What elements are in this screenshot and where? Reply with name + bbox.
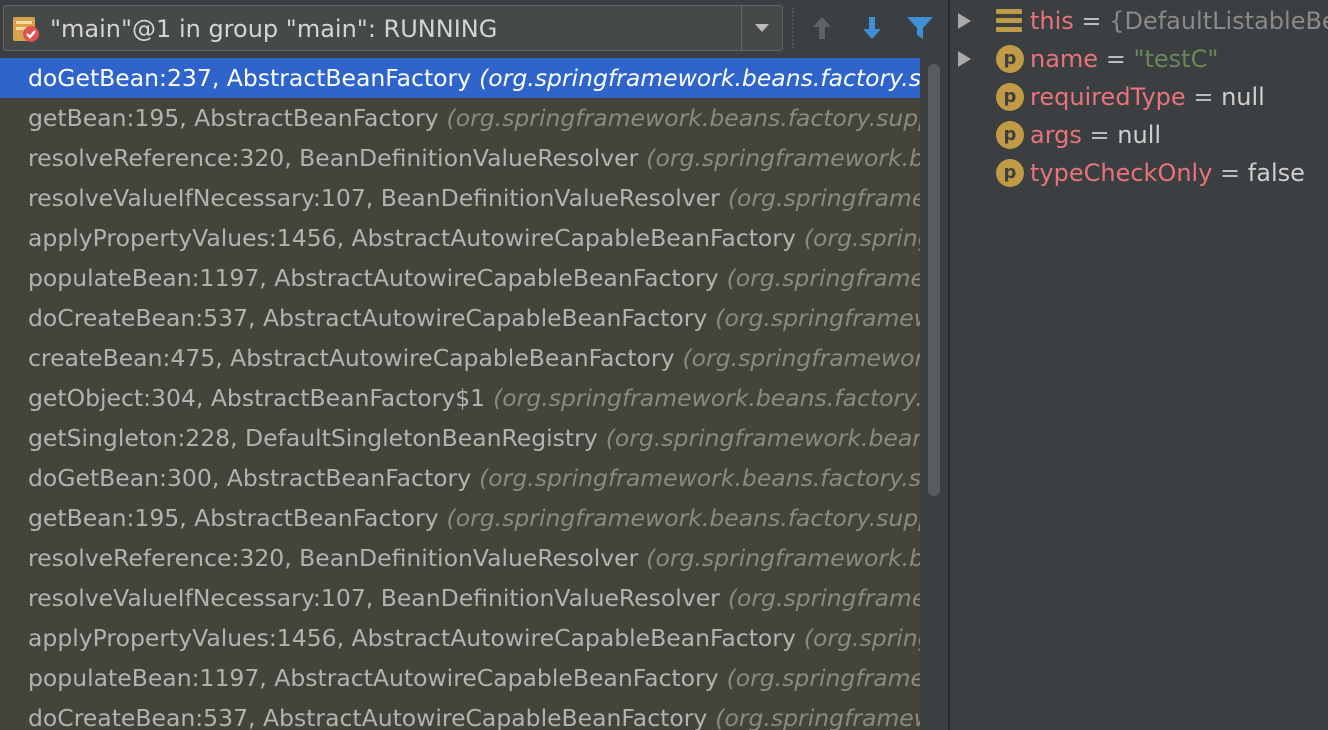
frame-package: (org.springframework.beans.factory.suppo… [646,144,920,172]
frame-row[interactable]: applyPropertyValues:1456, AbstractAutowi… [0,218,920,258]
frame-method: getSingleton:228, DefaultSingletonBeanRe… [28,424,598,452]
variable-row[interactable]: p typeCheckOnly = false [950,154,1328,192]
frame-row[interactable]: doCreateBean:537, AbstractAutowireCapabl… [0,298,920,338]
toolbar-separator [792,8,795,48]
frame-row[interactable]: resolveValueIfNecessary:107, BeanDefinit… [0,178,920,218]
variable-value: null [1221,83,1265,111]
frames-panel: "main"@1 in group "main": RUNNING doGetB… [0,0,948,730]
frame-package: (org.springframework.beans.factory.suppo… [726,264,920,292]
frame-method: doCreateBean:537, AbstractAutowireCapabl… [28,704,708,730]
variable-text: name = "testC" [1030,40,1218,78]
frame-row[interactable]: populateBean:1197, AbstractAutowireCapab… [0,258,920,298]
frame-row[interactable]: resolveReference:320, BeanDefinitionValu… [0,138,920,178]
frame-method: getObject:304, AbstractBeanFactory$1 [28,384,486,412]
variable-text: requiredType = null [1030,78,1265,116]
parameter-icon: p [996,159,1024,187]
frame-package: (org.springframework.beans.factory.suppo… [682,344,921,372]
frame-method: doGetBean:300, AbstractBeanFactory [28,464,472,492]
frame-row[interactable]: getSingleton:228, DefaultSingletonBeanRe… [0,418,920,458]
frame-method: resolveValueIfNecessary:107, BeanDefinit… [28,584,720,612]
frame-package: (org.springframework.beans.factory.suppo… [446,104,920,132]
frame-row[interactable]: doGetBean:300, AbstractBeanFactory (org.s… [0,458,920,498]
fields-icon [996,9,1022,33]
frame-method: getBean:195, AbstractBeanFactory [28,504,439,532]
frame-package: (org.springframework.beans.factory.suppo… [493,384,920,412]
variable-value: null [1117,121,1162,149]
variable-name: requiredType [1030,83,1186,111]
variable-name: args [1030,121,1082,149]
parameter-icon: p [996,83,1024,111]
variable-name: typeCheckOnly [1030,159,1213,187]
frame-method: getBean:195, AbstractBeanFactory [28,104,439,132]
variable-row[interactable]: p requiredType = null [950,78,1328,116]
variable-row[interactable]: this = {DefaultListableBeanFactory@1234} [950,2,1328,40]
thread-toolbar: "main"@1 in group "main": RUNNING [0,0,948,58]
frame-method: resolveValueIfNecessary:107, BeanDefinit… [28,184,720,212]
variable-text: typeCheckOnly = false [1030,154,1305,192]
frame-row[interactable]: populateBean:1197, AbstractAutowireCapab… [0,658,920,698]
frame-row[interactable]: applyPropertyValues:1456, AbstractAutowi… [0,618,920,658]
filter-icon[interactable] [902,10,938,46]
frame-package: (org.springframework.beans.factory.suppo… [726,664,920,692]
variable-text: args = null [1030,116,1161,154]
frame-method: resolveReference:320, BeanDefinitionValu… [28,544,639,572]
parameter-icon: p [996,121,1024,149]
frame-row[interactable]: getObject:304, AbstractBeanFactory$1 (org… [0,378,920,418]
frame-method: applyPropertyValues:1456, AbstractAutowi… [28,624,796,652]
frame-method: populateBean:1197, AbstractAutowireCapab… [28,264,719,292]
equals-sign: = [1073,7,1110,35]
frame-package: (org.springframework.beans.factory.suppo… [803,224,920,252]
frame-row[interactable]: getBean:195, AbstractBeanFactory (org.spr… [0,498,920,538]
frame-list-scrollbar[interactable] [920,58,948,730]
equals-sign: = [1185,83,1222,111]
frame-method: doGetBean:237, AbstractBeanFactory [28,64,472,92]
variable-text: this = {DefaultListableBeanFactory@1234} [1030,2,1328,40]
scrollbar-thumb[interactable] [928,64,940,496]
frame-row[interactable]: resolveReference:320, BeanDefinitionValu… [0,538,920,578]
thread-status-icon [13,17,39,42]
thread-selector[interactable]: "main"@1 in group "main": RUNNING [3,5,783,51]
frame-method: createBean:475, AbstractAutowireCapableB… [28,344,675,372]
variables-panel: this = {DefaultListableBeanFactory@1234}… [950,0,1328,730]
frame-package: (org.springframework.beans.factory.suppo… [715,704,920,730]
variable-name: name [1030,45,1099,73]
thread-label: "main"@1 in group "main": RUNNING [50,15,498,43]
frame-row[interactable]: createBean:475, AbstractAutowireCapableB… [0,338,920,378]
frame-package: (org.springframework.beans.factory.suppo… [479,64,920,92]
frame-method: resolveReference:320, BeanDefinitionValu… [28,144,639,172]
parameter-icon: p [996,45,1024,73]
frame-package: (org.springframework.beans.factory.suppo… [479,464,920,492]
equals-sign: = [1098,45,1134,73]
variable-row[interactable]: p name = "testC" [950,40,1328,78]
frame-method: doCreateBean:537, AbstractAutowireCapabl… [28,304,708,332]
frame-method: populateBean:1197, AbstractAutowireCapab… [28,664,719,692]
equals-sign: = [1081,121,1118,149]
arrow-up-icon[interactable] [804,10,840,46]
frame-row[interactable]: doCreateBean:537, AbstractAutowireCapabl… [0,698,920,730]
frame-row[interactable]: doGetBean:237, AbstractBeanFactory (org.s… [0,58,920,98]
frame-row[interactable]: getBean:195, AbstractBeanFactory (org.spr… [0,98,920,138]
arrow-down-icon[interactable] [854,10,890,46]
variable-row[interactable]: p args = null [950,116,1328,154]
variable-value: "testC" [1133,45,1219,73]
frame-row[interactable]: resolveValueIfNecessary:107, BeanDefinit… [0,578,920,618]
variable-value: false [1247,159,1305,187]
frame-package: (org.springframework.beans.factory.suppo… [715,304,920,332]
chevron-down-icon[interactable] [742,6,782,50]
frame-package: (org.springframework.beans.factory.suppo… [646,544,920,572]
frame-package: (org.springframework.beans.factory.suppo… [446,504,920,532]
variable-value: {DefaultListableBeanFactory@1234} [1109,7,1328,35]
frame-package: (org.springframework.beans.factory.suppo… [727,184,920,212]
frame-package: (org.springframework.beans.factory.suppo… [605,424,920,452]
equals-sign: = [1212,159,1248,187]
variable-name: this [1030,7,1074,35]
stack-frame-list: doGetBean:237, AbstractBeanFactory (org.s… [0,58,920,730]
frame-method: applyPropertyValues:1456, AbstractAutowi… [28,224,796,252]
expand-arrow-icon[interactable] [958,51,971,67]
expand-arrow-icon[interactable] [958,13,971,29]
frame-package: (org.springframework.beans.factory.suppo… [727,584,920,612]
frame-package: (org.springframework.beans.factory.suppo… [803,624,920,652]
